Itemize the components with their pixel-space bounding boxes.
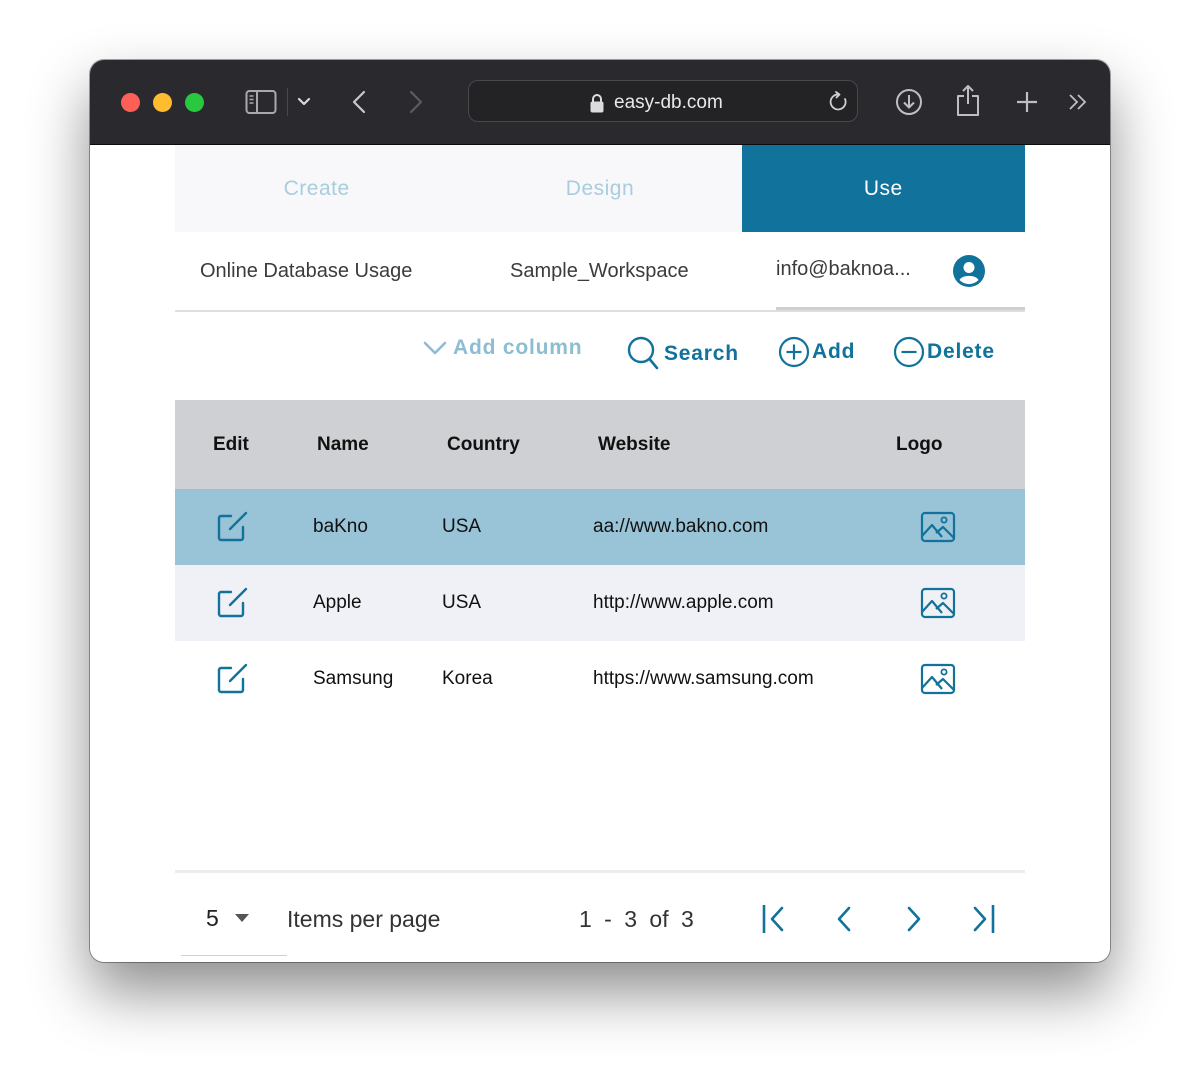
forward-icon[interactable] — [405, 88, 427, 116]
items-per-page-select[interactable]: 5 — [206, 905, 249, 932]
pagination-bar: 5 Items per page 1 - 3 of 3 — [175, 870, 1025, 962]
tab-use[interactable]: Use — [741, 145, 1025, 232]
share-icon[interactable] — [955, 82, 981, 118]
column-header-logo[interactable]: Logo — [896, 434, 942, 456]
plus-circle-icon — [778, 336, 810, 368]
page-content: Create Design Use Online Database Usage … — [90, 145, 1110, 962]
close-window-button[interactable] — [121, 93, 140, 112]
info-bar: Online Database Usage Sample_Workspace i… — [175, 232, 1025, 312]
edit-icon[interactable] — [216, 661, 250, 695]
items-per-page-label: Items per page — [287, 906, 441, 932]
address-bar[interactable]: easy-db.com — [468, 80, 858, 122]
cell-name: baKno — [313, 516, 368, 537]
edit-icon[interactable] — [216, 509, 250, 543]
add-column-label: Add column — [453, 336, 583, 359]
user-email[interactable]: info@baknoa... — [776, 258, 911, 281]
previous-page-icon[interactable] — [830, 903, 860, 935]
next-page-icon[interactable] — [899, 903, 929, 935]
cell-website: https://www.samsung.com — [593, 668, 814, 689]
column-header-edit[interactable]: Edit — [213, 434, 249, 456]
table-row[interactable]: Samsung Korea https://www.samsung.com — [175, 641, 1025, 717]
select-underline — [181, 955, 287, 956]
user-field-underline — [776, 307, 1025, 310]
image-icon[interactable] — [920, 663, 956, 695]
tab-create[interactable]: Create — [175, 145, 458, 232]
search-label: Search — [664, 342, 739, 365]
column-header-country[interactable]: Country — [447, 434, 520, 456]
sidebar-toggle-icon[interactable] — [244, 88, 278, 116]
items-per-page-value: 5 — [206, 905, 219, 931]
cell-name: Samsung — [313, 668, 394, 689]
add-column-button[interactable]: Add column — [423, 336, 582, 360]
browser-window: easy-db.com Create Design Use Online Dat… — [90, 60, 1110, 962]
last-page-icon[interactable] — [969, 903, 999, 935]
new-tab-icon[interactable] — [1014, 89, 1040, 115]
column-header-website[interactable]: Website — [598, 434, 671, 456]
cell-country: USA — [442, 516, 482, 537]
add-row-button[interactable]: Add — [778, 336, 855, 368]
mode-tabs: Create Design Use — [175, 145, 1025, 232]
browser-titlebar: easy-db.com — [90, 60, 1110, 145]
minus-circle-icon — [893, 336, 925, 368]
url-text: easy-db.com — [614, 92, 723, 113]
edit-icon[interactable] — [216, 585, 250, 619]
chevron-down-icon — [423, 340, 447, 356]
cell-country: USA — [442, 592, 482, 613]
project-name[interactable]: Online Database Usage — [200, 260, 412, 283]
tab-design[interactable]: Design — [458, 145, 741, 232]
minimize-window-button[interactable] — [153, 93, 172, 112]
search-icon — [627, 336, 661, 372]
first-page-icon[interactable] — [760, 903, 790, 935]
toolbar-divider — [287, 88, 288, 116]
image-icon[interactable] — [920, 511, 956, 543]
chevron-down-icon[interactable] — [296, 94, 312, 110]
cell-name: Apple — [313, 592, 362, 613]
cell-website: aa://www.bakno.com — [593, 516, 769, 537]
table-header: Edit Name Country Website Logo — [175, 400, 1025, 489]
table-row[interactable]: baKno USA aa://www.bakno.com — [175, 489, 1025, 565]
app-container: Create Design Use Online Database Usage … — [175, 145, 1025, 962]
lock-icon — [589, 93, 605, 118]
delete-label: Delete — [927, 340, 995, 363]
more-tabs-icon[interactable] — [1066, 91, 1090, 113]
image-icon[interactable] — [920, 587, 956, 619]
data-table: Edit Name Country Website Logo baKno USA… — [175, 400, 1025, 717]
delete-row-button[interactable]: Delete — [893, 336, 995, 368]
search-button[interactable]: Search — [627, 336, 739, 372]
page-range: 1 - 3 of 3 — [579, 906, 694, 932]
user-avatar-icon[interactable] — [953, 255, 985, 292]
column-header-name[interactable]: Name — [317, 434, 369, 456]
add-label: Add — [812, 340, 856, 363]
table-toolbar: Add column Search Add Delete — [175, 312, 1025, 400]
workspace-name[interactable]: Sample_Workspace — [510, 260, 689, 283]
back-icon[interactable] — [348, 88, 370, 116]
caret-down-icon — [234, 914, 249, 923]
cell-country: Korea — [442, 668, 493, 689]
downloads-icon[interactable] — [894, 87, 924, 117]
zoom-window-button[interactable] — [185, 93, 204, 112]
cell-website: http://www.apple.com — [593, 592, 774, 613]
reload-icon[interactable] — [828, 91, 850, 118]
table-row[interactable]: Apple USA http://www.apple.com — [175, 565, 1025, 641]
